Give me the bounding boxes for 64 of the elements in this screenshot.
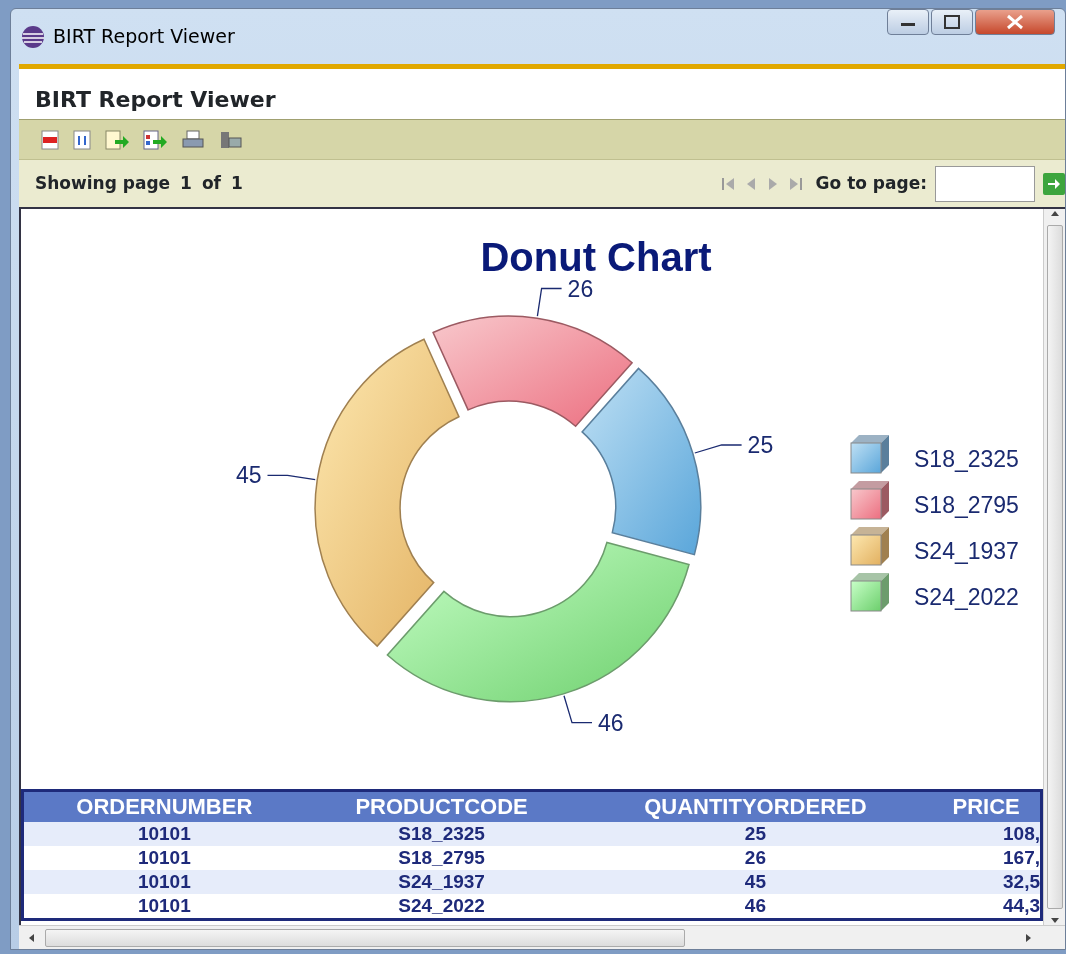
app-icon	[21, 24, 45, 49]
scroll-right-icon[interactable]	[1025, 932, 1033, 943]
arrow-icon	[1047, 177, 1061, 190]
app-title: BIRT Report Viewer	[34, 86, 277, 114]
data-label: 45	[235, 462, 262, 489]
go-to-page-label: Go to page:	[815, 171, 927, 195]
last-page-icon	[788, 175, 803, 192]
scroll-left-icon[interactable]	[27, 932, 35, 943]
table-cell: 10101	[22, 870, 305, 894]
leader-line	[536, 287, 563, 317]
minimize-button[interactable]	[887, 9, 929, 35]
table-cell: S24_1937	[304, 870, 579, 894]
leader-line	[694, 444, 743, 454]
window-title: BIRT Report Viewer	[53, 24, 235, 50]
table-of-contents-icon[interactable]	[41, 129, 59, 150]
showing-page-label: Showing page	[35, 171, 171, 195]
table-cell: 25	[578, 822, 933, 846]
server-printer-icon[interactable]	[219, 129, 243, 150]
column-header: PRICE	[932, 790, 1042, 822]
legend-label: S24_1937	[914, 538, 1019, 564]
go-to-page-field[interactable]	[935, 165, 1035, 202]
table-cell: 10101	[22, 894, 305, 920]
export-data-icon[interactable]	[105, 129, 129, 150]
legend-label: S18_2795	[914, 492, 1019, 518]
horizontal-scrollbar-thumb[interactable]	[45, 928, 685, 947]
legend-label: S24_2022	[914, 584, 1019, 610]
legend-swatch-icon	[850, 527, 889, 566]
table-cell: 10101	[22, 822, 305, 846]
table-cell: 108,	[932, 822, 1042, 846]
column-header: PRODUCTCODE	[304, 790, 579, 822]
go-button[interactable]	[1043, 172, 1065, 195]
maximize-icon	[944, 15, 960, 29]
close-icon	[1006, 14, 1024, 30]
table-cell: S18_2325	[304, 822, 579, 846]
column-header: ORDERNUMBER	[22, 790, 305, 822]
of-label: of	[201, 171, 221, 195]
vertical-scrollbar-thumb[interactable]	[1046, 225, 1063, 909]
current-page-number: 1	[180, 171, 192, 195]
legend-swatch-icon	[850, 573, 889, 612]
close-button[interactable]	[975, 9, 1055, 35]
table-cell: 44,3	[932, 894, 1042, 920]
table-cell: 46	[578, 894, 933, 920]
data-label: 46	[598, 709, 624, 736]
table-cell: 26	[578, 846, 933, 870]
leader-line	[563, 695, 593, 724]
legend-swatch-icon	[850, 435, 889, 474]
table-cell: 45	[578, 870, 933, 894]
parameters-icon[interactable]	[73, 129, 91, 150]
table-cell: 32,5	[932, 870, 1042, 894]
export-report-icon[interactable]	[143, 129, 167, 150]
leader-line	[266, 474, 316, 481]
maximize-button[interactable]	[931, 9, 973, 35]
total-pages-number: 1	[231, 171, 243, 195]
data-label: 25	[747, 432, 774, 458]
first-page-icon	[720, 175, 735, 192]
legend-swatch-icon	[850, 481, 889, 520]
legend-label: S18_2325	[914, 446, 1019, 472]
table-cell: 10101	[22, 846, 305, 870]
printer-icon[interactable]	[181, 129, 205, 150]
table-cell: 167,	[932, 846, 1042, 870]
table-cell: S24_2022	[304, 894, 579, 920]
table-cell: S18_2795	[304, 846, 579, 870]
next-page-icon	[766, 175, 779, 192]
column-header: QUANTITYORDERED	[578, 790, 933, 822]
